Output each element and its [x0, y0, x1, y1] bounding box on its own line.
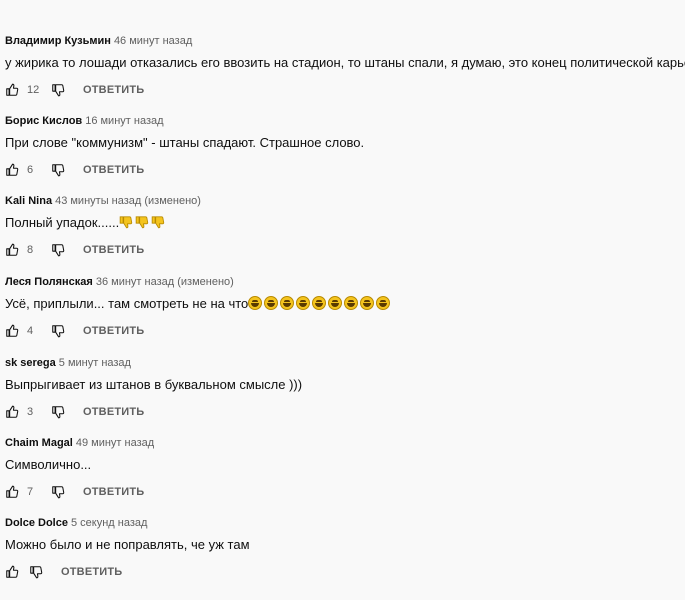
comment-text-body: у жирика то лошади отказались его ввозит…	[5, 55, 685, 70]
like-count: 3	[27, 406, 34, 418]
comment-header: Борис Кислов 16 минут назад	[5, 112, 685, 128]
comment-header: Владимир Кузьмин 46 минут назад	[5, 32, 685, 48]
comment-item: Леся Полянская 36 минут назад (изменено) …	[5, 273, 685, 339]
comment-text-body: Можно было и не поправлять, че уж там	[5, 537, 250, 552]
like-icon[interactable]	[5, 485, 19, 499]
comment-actions: ОТВЕТИТЬ	[5, 564, 685, 580]
laughing-face-emoji-icon	[344, 296, 359, 310]
comment-header: Леся Полянская 36 минут назад (изменено)	[5, 273, 685, 289]
comment-actions: 7 ОТВЕТИТЬ	[5, 484, 685, 500]
reply-button[interactable]: ОТВЕТИТЬ	[83, 164, 144, 176]
thumbs-down-emoji-icon	[119, 215, 133, 229]
comment-timestamp[interactable]: 5 секунд назад	[71, 517, 147, 529]
laughing-face-emoji-icon	[328, 296, 343, 310]
comment-author[interactable]: Леся Полянская	[5, 276, 93, 288]
like-icon[interactable]	[5, 163, 19, 177]
comment-item: Владимир Кузьмин 46 минут назад у жирика …	[5, 32, 685, 98]
like-count: 4	[27, 325, 34, 337]
comment-item: Борис Кислов 16 минут назад При слове "ко…	[5, 112, 685, 178]
comment-timestamp[interactable]: 49 минут назад	[76, 437, 154, 449]
comment-header: Dolce Dolce 5 секунд назад	[5, 514, 685, 530]
comment-actions: 8 ОТВЕТИТЬ	[5, 242, 685, 258]
comment-text: Выпрыгивает из штанов в буквальном смысл…	[5, 376, 685, 394]
comment-author[interactable]: Dolce Dolce	[5, 517, 68, 529]
thumbs-down-emoji-icon	[135, 215, 149, 229]
laughing-face-emoji-icon	[248, 296, 263, 310]
comment-text: Можно было и не поправлять, че уж там	[5, 536, 685, 554]
like-icon[interactable]	[5, 565, 19, 579]
comment-text-body: Выпрыгивает из штанов в буквальном смысл…	[5, 377, 303, 392]
comment-text: При слове "коммунизм" - штаны спадают. С…	[5, 134, 685, 152]
comment-author[interactable]: Борис Кислов	[5, 115, 82, 127]
comment-actions: 6 ОТВЕТИТЬ	[5, 162, 685, 178]
comment-author[interactable]: sk serega	[5, 357, 56, 369]
comment-text-body: Символично...	[5, 457, 92, 472]
reply-button[interactable]: ОТВЕТИТЬ	[83, 406, 144, 418]
comment-timestamp[interactable]: 46 минут назад	[114, 35, 192, 47]
comment-author[interactable]: Kali Nina	[5, 195, 52, 207]
laughing-face-emoji-icon	[280, 296, 295, 310]
comment-item: sk serega 5 минут назад Выпрыгивает из шт…	[5, 354, 685, 420]
laughing-face-emoji-icon	[376, 296, 391, 310]
comment-timestamp[interactable]: 16 минут назад	[85, 115, 163, 127]
reply-button[interactable]: ОТВЕТИТЬ	[83, 244, 144, 256]
reply-button[interactable]: ОТВЕТИТЬ	[83, 325, 144, 337]
reply-button[interactable]: ОТВЕТИТЬ	[83, 486, 144, 498]
laughing-face-emoji-icon	[312, 296, 327, 310]
dislike-icon[interactable]	[51, 485, 65, 499]
like-icon[interactable]	[5, 83, 19, 97]
comment-header: Chaim Magal 49 минут назад	[5, 434, 685, 450]
comment-text-body: Полный упадок......	[5, 215, 120, 230]
like-count: 8	[27, 244, 34, 256]
reply-button[interactable]: ОТВЕТИТЬ	[61, 566, 122, 578]
dislike-icon[interactable]	[51, 83, 65, 97]
comment-item: Dolce Dolce 5 секунд назад Можно было и н…	[5, 514, 685, 580]
comment-text: Символично...	[5, 456, 685, 474]
laughing-face-emoji-icon	[264, 296, 279, 310]
dislike-icon[interactable]	[51, 324, 65, 338]
comment-actions: 3 ОТВЕТИТЬ	[5, 404, 685, 420]
comment-actions: 4 ОТВЕТИТЬ	[5, 323, 685, 339]
dislike-icon[interactable]	[51, 163, 65, 177]
thumbs-down-emoji-icon	[151, 215, 165, 229]
comment-text: Полный упадок......	[5, 214, 685, 232]
comment-actions: 12 ОТВЕТИТЬ	[5, 82, 685, 98]
dislike-icon[interactable]	[51, 405, 65, 419]
comment-item: Kali Nina 43 минуты назад (изменено) Полн…	[5, 192, 685, 258]
like-count: 12	[27, 84, 40, 96]
like-icon[interactable]	[5, 324, 19, 338]
comment-author[interactable]: Владимир Кузьмин	[5, 35, 111, 47]
comment-timestamp[interactable]: 36 минут назад (изменено)	[96, 276, 234, 288]
laughing-face-emoji-icon	[360, 296, 375, 310]
dislike-icon[interactable]	[51, 243, 65, 257]
like-icon[interactable]	[5, 405, 19, 419]
comment-text: у жирика то лошади отказались его ввозит…	[5, 54, 685, 72]
laughing-face-emoji-icon	[296, 296, 311, 310]
comment-timestamp[interactable]: 5 минут назад	[59, 357, 131, 369]
comment-text-body: При слове "коммунизм" - штаны спадают. С…	[5, 135, 365, 150]
comment-text-body: Усё, приплыли... там смотреть не на что	[5, 296, 249, 311]
like-icon[interactable]	[5, 243, 19, 257]
comment-author[interactable]: Chaim Magal	[5, 437, 73, 449]
like-count: 7	[27, 486, 34, 498]
comment-text: Усё, приплыли... там смотреть не на что	[5, 295, 685, 313]
comment-item: Chaim Magal 49 минут назад Символично... …	[5, 434, 685, 500]
like-count: 6	[27, 164, 34, 176]
reply-button[interactable]: ОТВЕТИТЬ	[83, 84, 144, 96]
comment-timestamp[interactable]: 43 минуты назад (изменено)	[55, 195, 201, 207]
comment-header: Kali Nina 43 минуты назад (изменено)	[5, 192, 685, 208]
comment-header: sk serega 5 минут назад	[5, 354, 685, 370]
dislike-icon[interactable]	[29, 565, 43, 579]
